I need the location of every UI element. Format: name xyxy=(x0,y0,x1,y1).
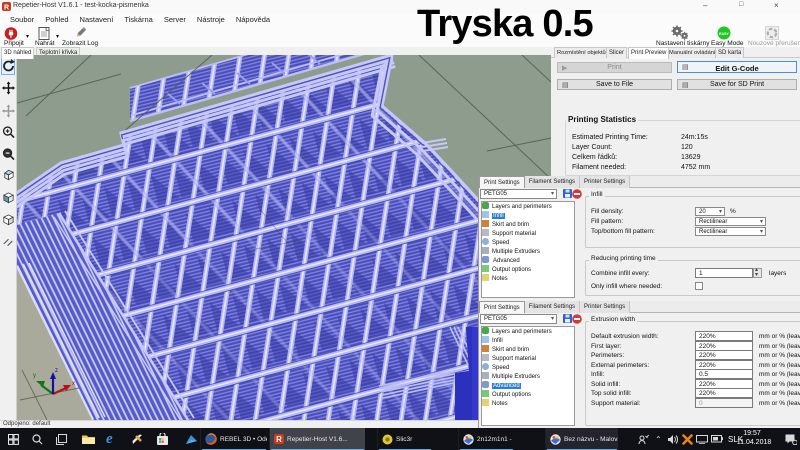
svg-text:R: R xyxy=(276,435,282,444)
svg-text:EASY: EASY xyxy=(719,32,729,36)
svg-text:z: z xyxy=(55,368,58,374)
svg-text:y: y xyxy=(33,373,36,379)
svg-text:x: x xyxy=(72,381,75,387)
svg-text:R: R xyxy=(4,5,9,12)
